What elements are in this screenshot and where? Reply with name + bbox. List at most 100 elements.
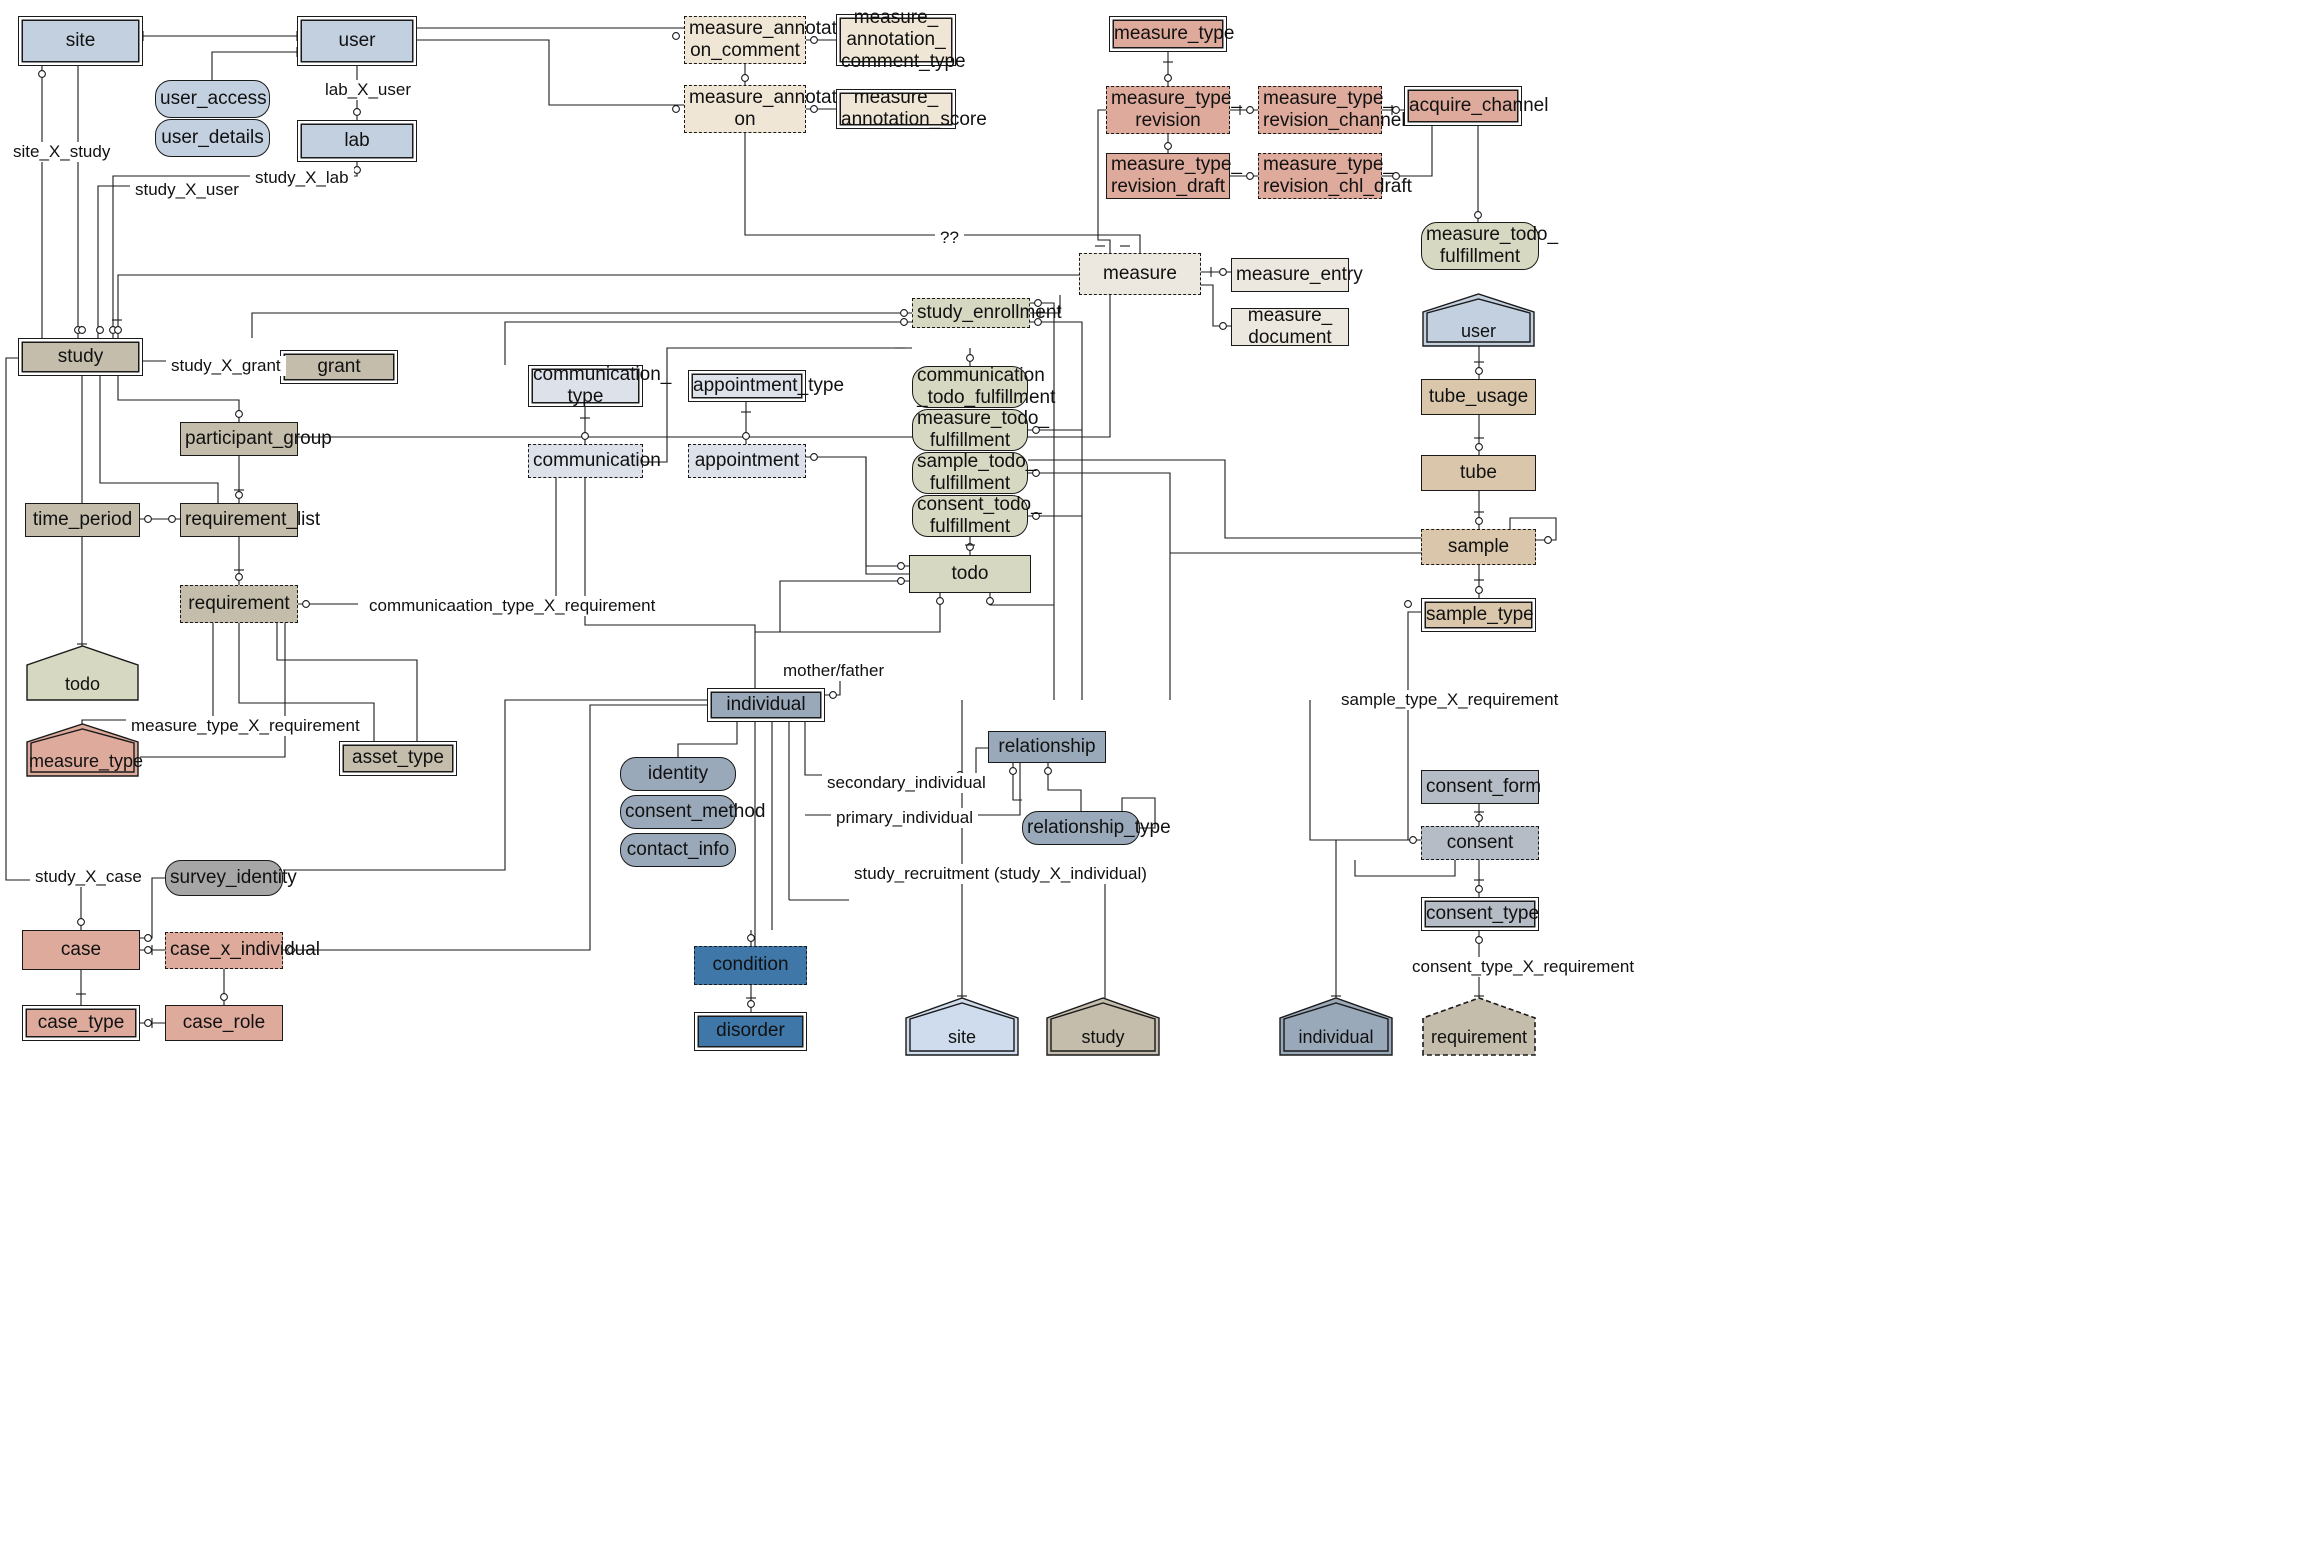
entity-study_pent[interactable]: study bbox=[1045, 996, 1161, 1057]
entity-requirement_pent[interactable]: requirement bbox=[1421, 996, 1537, 1057]
entity-user_details[interactable]: user_details bbox=[155, 119, 270, 157]
entity-label: asset_type bbox=[352, 747, 444, 769]
entity-individual[interactable]: individual bbox=[707, 688, 825, 722]
entity-consent_method[interactable]: consent_method bbox=[620, 795, 766, 829]
entity-label: case bbox=[60, 938, 102, 960]
entity-measure_type_revision[interactable]: measure_type_ revision bbox=[1106, 86, 1242, 134]
edge-label-communicaation_type_X_requirement: communicaation_type_X_requirement bbox=[364, 596, 661, 616]
entity-appointment[interactable]: appointment bbox=[688, 444, 806, 478]
entity-measure_type_left[interactable]: measure_type bbox=[25, 722, 143, 778]
entity-measure_type_revision_chl_draft[interactable]: measure_type_ revision_chl_draft bbox=[1258, 153, 1412, 199]
entity-label: consent_type bbox=[1426, 902, 1540, 924]
entity-label: acquire_channel bbox=[1409, 94, 1549, 116]
entity-asset_type[interactable]: asset_type bbox=[339, 741, 457, 776]
entity-communication[interactable]: communication bbox=[528, 444, 661, 478]
entity-survey_identity[interactable]: survey_identity bbox=[165, 860, 297, 896]
entity-site_pent[interactable]: site bbox=[904, 996, 1020, 1057]
entity-label: lab bbox=[344, 129, 370, 151]
entity-lab[interactable]: lab bbox=[297, 120, 417, 162]
entity-tube[interactable]: tube bbox=[1421, 455, 1536, 491]
entity-case_x_individual[interactable]: case_x_individual bbox=[165, 932, 320, 969]
entity-user_access[interactable]: user_access bbox=[155, 80, 270, 118]
entity-label: measure_type_ revision bbox=[1111, 87, 1242, 131]
entity-appointment_type[interactable]: appointment_type bbox=[688, 370, 844, 402]
entity-label: survey_identity bbox=[170, 866, 297, 888]
entity-label: study bbox=[57, 345, 104, 367]
entity-measure_type_top[interactable]: measure_type bbox=[1109, 16, 1234, 52]
edge-label-study_X_user: study_X_user bbox=[130, 180, 244, 200]
entity-identity[interactable]: identity bbox=[620, 757, 736, 791]
entity-site[interactable]: site bbox=[18, 16, 143, 66]
entity-sample_todo_fulfillment[interactable]: sample_todo_ fulfillment bbox=[912, 450, 1037, 494]
edge-label-study_X_grant: study_X_grant bbox=[166, 356, 286, 376]
entity-sample_type[interactable]: sample_type bbox=[1421, 598, 1536, 632]
entity-relationship_type[interactable]: relationship_type bbox=[1022, 811, 1171, 845]
entity-user[interactable]: user bbox=[297, 16, 417, 66]
entity-label: measure_ annotation_ comment_type bbox=[841, 6, 966, 73]
entity-measure_todo_fulfillment[interactable]: measure_todo_ fulfillment bbox=[912, 407, 1050, 451]
entity-label: disorder bbox=[716, 1020, 785, 1042]
entity-label: communication bbox=[533, 449, 661, 471]
entity-measure[interactable]: measure bbox=[1079, 253, 1201, 295]
entity-consent_todo_fulfillment[interactable]: consent_todo_ fulfillment bbox=[912, 494, 1042, 537]
entity-sample[interactable]: sample bbox=[1421, 529, 1536, 565]
edge-label-site_X_study: site_X_study bbox=[8, 142, 116, 162]
entity-label: study bbox=[1081, 1027, 1125, 1047]
entity-label: sample_todo_ fulfillment bbox=[917, 450, 1037, 494]
entity-measure_annotation_comment[interactable]: measure_annotati on_comment bbox=[684, 16, 841, 64]
entity-relationship[interactable]: relationship bbox=[988, 731, 1106, 763]
entity-study[interactable]: study bbox=[18, 338, 143, 376]
entity-requirement[interactable]: requirement bbox=[180, 585, 298, 623]
entity-study_enrollment[interactable]: study_enrollment bbox=[912, 298, 1062, 328]
entity-user_pent[interactable]: user bbox=[1421, 292, 1536, 348]
entity-todo_mid[interactable]: todo bbox=[909, 555, 1031, 593]
entity-label: appointment bbox=[694, 449, 800, 471]
entity-contact_info[interactable]: contact_info bbox=[620, 833, 736, 867]
entity-measure_document[interactable]: measure_ document bbox=[1231, 305, 1349, 348]
entity-label: sample_type bbox=[1426, 603, 1534, 625]
entity-consent[interactable]: consent bbox=[1421, 826, 1539, 860]
entity-requirement_list[interactable]: requirement_list bbox=[180, 503, 321, 537]
entity-measure_annotation_score[interactable]: measure_ annotation_score bbox=[836, 87, 987, 130]
entity-acquire_channel[interactable]: acquire_channel bbox=[1404, 86, 1549, 126]
entity-tube_usage[interactable]: tube_usage bbox=[1421, 379, 1536, 415]
entity-label: relationship bbox=[998, 735, 1096, 757]
entity-label: study_enrollment bbox=[917, 301, 1062, 323]
edge-label-measure_type_X_requirement: measure_type_X_requirement bbox=[126, 716, 365, 736]
entity-consent_form[interactable]: consent_form bbox=[1421, 770, 1541, 804]
entity-time_period[interactable]: time_period bbox=[25, 503, 140, 537]
entity-measure_entry[interactable]: measure_entry bbox=[1231, 258, 1363, 292]
entity-todo_left[interactable]: todo bbox=[25, 644, 140, 702]
edge-label-study_recruitment: study_recruitment (study_X_individual) bbox=[849, 864, 1152, 884]
entity-label: measure_todo_ fulfillment bbox=[917, 407, 1050, 451]
entity-communication_type[interactable]: communication_ type bbox=[528, 363, 672, 407]
entity-consent_type[interactable]: consent_type bbox=[1421, 897, 1539, 931]
entity-case_type[interactable]: case_type bbox=[22, 1005, 140, 1041]
entity-label: requirement bbox=[1430, 1027, 1528, 1047]
entity-label: communication_ type bbox=[533, 363, 672, 407]
entity-label: sample bbox=[1447, 535, 1510, 557]
relationship-connectors bbox=[5, 27, 1557, 1028]
entity-label: tube_usage bbox=[1428, 385, 1529, 407]
entity-participant_group[interactable]: participant_group bbox=[180, 422, 332, 456]
entity-label: individual bbox=[1298, 1027, 1374, 1047]
entity-label: relationship_type bbox=[1027, 816, 1171, 838]
entity-label: grant bbox=[317, 355, 361, 377]
entity-case[interactable]: case bbox=[22, 930, 140, 970]
entity-measure_annotation[interactable]: measure_annotati on bbox=[684, 85, 841, 133]
edge-label-secondary_individual: secondary_individual bbox=[822, 773, 991, 793]
entity-condition[interactable]: condition bbox=[694, 946, 807, 985]
entity-label: requirement_list bbox=[185, 508, 321, 530]
entity-individual_pent[interactable]: individual bbox=[1278, 996, 1394, 1057]
entity-measure_annotation_comment_type[interactable]: measure_ annotation_ comment_type bbox=[836, 7, 966, 72]
entity-grant[interactable]: grant bbox=[280, 350, 398, 384]
entity-communication_todo_fulfillment[interactable]: communication _todo_fulfillment bbox=[912, 365, 1055, 408]
entity-label: time_period bbox=[32, 508, 133, 530]
entity-measure_type_revision_draft[interactable]: measure_type_ revision_draft bbox=[1106, 153, 1242, 199]
entity-case_role[interactable]: case_role bbox=[165, 1005, 283, 1041]
entity-measure_todo_fulfillment_r[interactable]: measure_todo_ fulfillment bbox=[1421, 222, 1558, 270]
entity-disorder[interactable]: disorder bbox=[694, 1012, 807, 1051]
edge-label-qq: ?? bbox=[935, 228, 964, 248]
entity-label: todo bbox=[64, 674, 101, 694]
entity-measure_type_revision_channel[interactable]: measure_type_ revision_channel bbox=[1258, 86, 1406, 134]
